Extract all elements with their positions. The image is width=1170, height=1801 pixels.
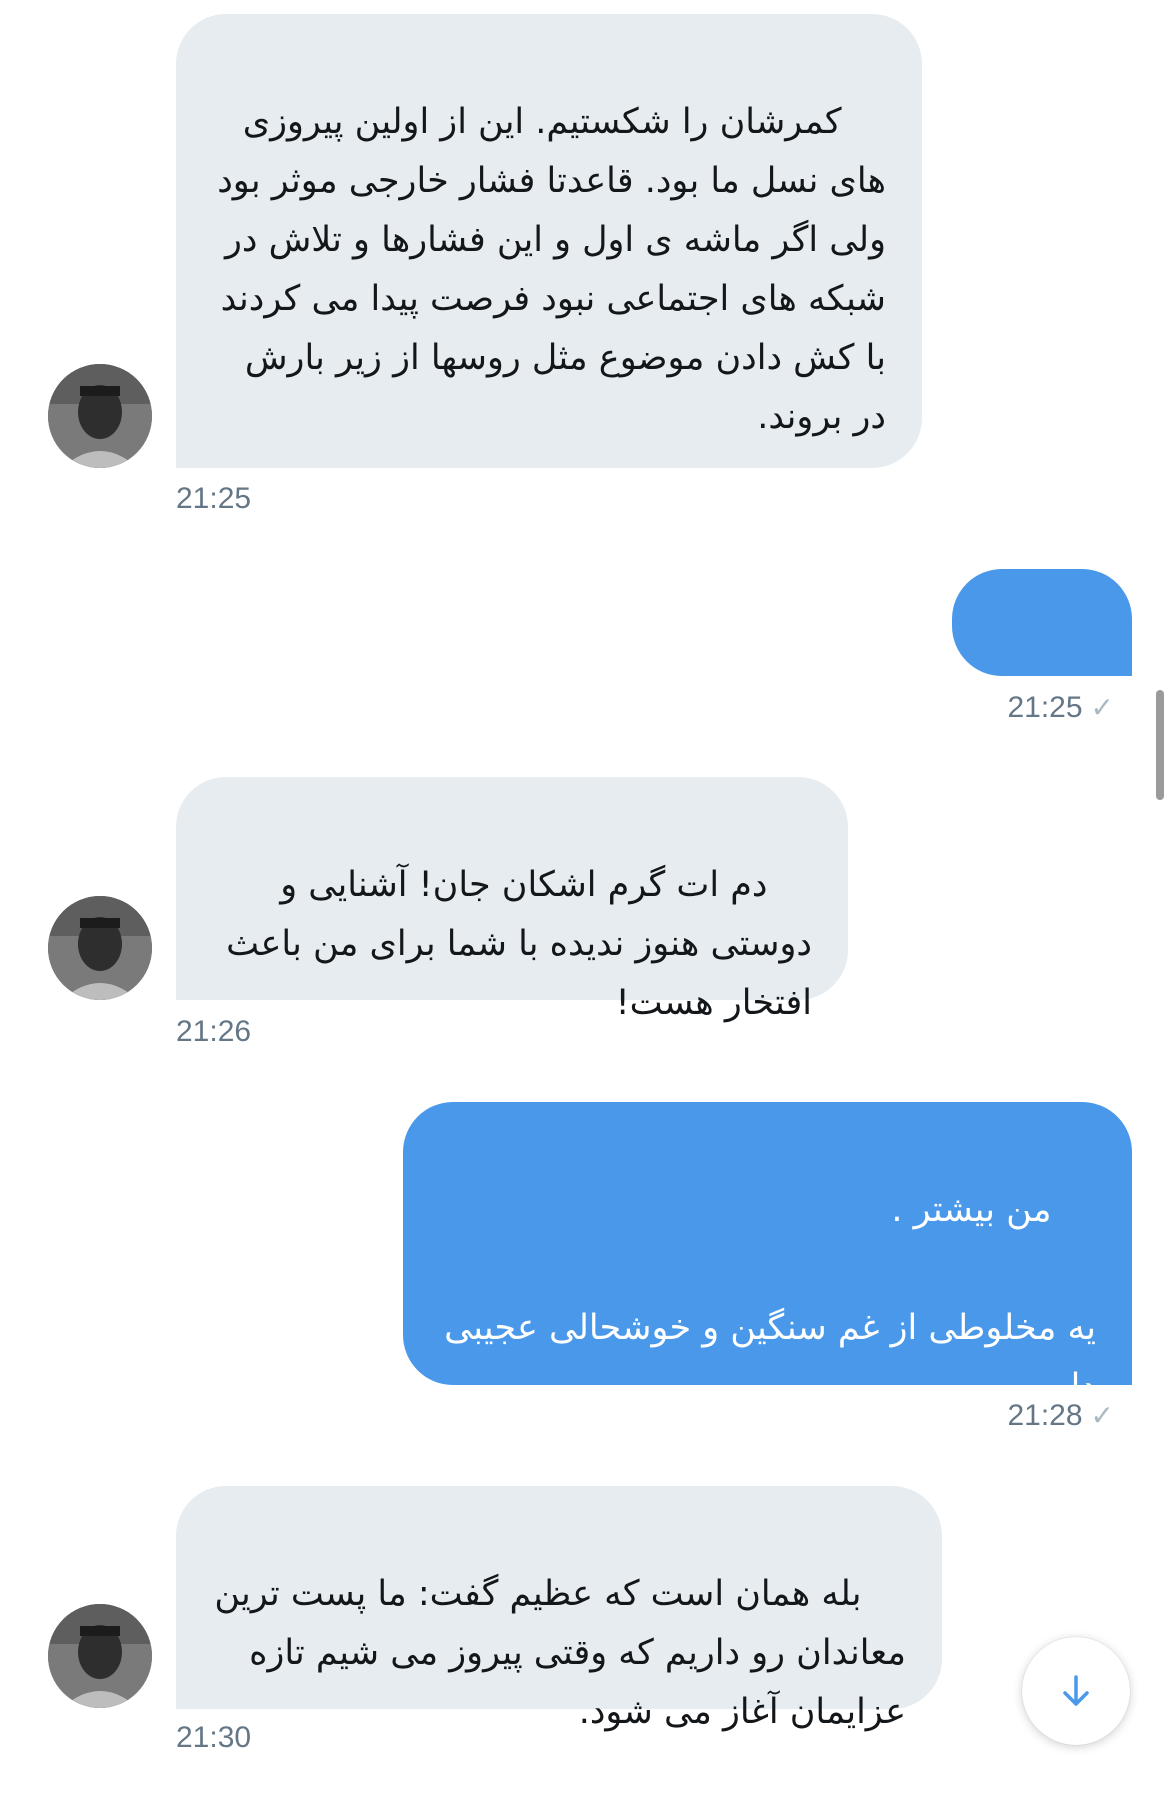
avatar-photo — [48, 1604, 152, 1708]
message-bubble-incoming[interactable]: دم ات گرم اشکان جان! آشنایی و دوستی هنوز… — [176, 777, 848, 1023]
message-bubble-outgoing[interactable]: درسته — [952, 569, 1132, 756]
message-bubble-outgoing[interactable]: من بیشتر . یه مخلوطی از غم سنگین و خوشحا… — [403, 1102, 1132, 1407]
scrollbar-thumb[interactable] — [1156, 690, 1164, 800]
scroll-to-bottom-button[interactable] — [1022, 1637, 1130, 1745]
message-timestamp: 21:25 — [176, 482, 252, 515]
conversation-view[interactable]: کمرشان را شکستیم. این از اولین پیروزی ها… — [0, 0, 1170, 1775]
message-text: کمرشان را شکستیم. این از اولین پیروزی ها… — [206, 102, 886, 437]
message-bubble-incoming[interactable]: بله همان است که عظیم گفت: ما پست ترین مع… — [176, 1486, 942, 1732]
message-timestamp: 21:26 — [176, 1015, 252, 1048]
check-icon: ✓ — [1090, 692, 1114, 723]
contact-avatar[interactable] — [48, 1604, 152, 1708]
check-icon: ✓ — [1090, 1400, 1114, 1431]
message-bubble-incoming[interactable]: کمرشان را شکستیم. این از اولین پیروزی ها… — [176, 14, 922, 468]
message-timestamp: 21:28 ✓ — [1007, 1399, 1114, 1432]
message-timestamp: 21:25 ✓ — [1007, 691, 1114, 724]
contact-avatar[interactable] — [48, 364, 152, 468]
message-timestamp: 21:30 — [176, 1721, 252, 1754]
avatar-photo — [48, 896, 152, 1000]
arrow-down-icon — [1063, 1675, 1089, 1706]
message-text: بله همان است که عظیم گفت: ما پست ترین مع… — [203, 1574, 906, 1732]
message-text: من بیشتر . یه مخلوطی از غم سنگین و خوشحا… — [444, 1190, 1096, 1407]
message-text: دم ات گرم اشکان جان! آشنایی و دوستی هنوز… — [215, 865, 812, 1023]
avatar-photo — [48, 364, 152, 468]
contact-avatar[interactable] — [48, 896, 152, 1000]
